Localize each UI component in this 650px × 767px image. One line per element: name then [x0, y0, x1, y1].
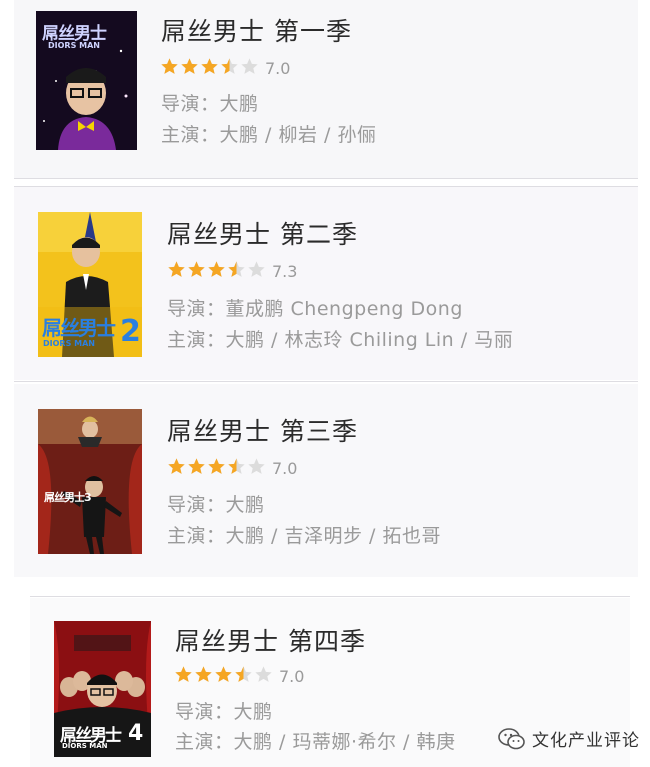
poster-title: 屌丝男士3	[44, 491, 92, 504]
poster-season-4[interactable]: 屌丝男士 DIORS MAN 4	[54, 621, 151, 757]
poster-subtitle: DIORS MAN	[43, 339, 95, 348]
cast-line: 主演：大鹏 / 玛蒂娜·希尔 / 韩庚	[175, 731, 456, 753]
rating-score: 7.0	[265, 59, 291, 78]
movie-title[interactable]: 屌丝男士 第二季	[167, 215, 358, 251]
poster-subtitle: DIORS MAN	[62, 742, 108, 750]
cast-line: 主演：大鹏 / 吉泽明步 / 拓也哥	[167, 525, 441, 547]
poster-season-3[interactable]: 屌丝男士3	[38, 409, 142, 554]
director-line: 导演：大鹏	[161, 93, 259, 115]
star-icon	[180, 57, 200, 80]
divider	[30, 596, 630, 597]
wechat-icon	[498, 727, 525, 749]
star-icon	[227, 457, 247, 480]
star-icon	[240, 57, 260, 80]
movie-list-page: 屌丝男士 DIORS MAN 屌丝男士 第一季 7.0 导演：大鹏 主演：大鹏 …	[0, 0, 650, 767]
director-line: 导演：董成鹏 Chengpeng Dong	[167, 298, 463, 320]
star-rating: 7.0	[167, 457, 297, 480]
star-icon	[167, 260, 187, 283]
star-icon	[174, 665, 194, 688]
rating-score: 7.0	[279, 667, 305, 686]
rating-score: 7.3	[272, 262, 298, 281]
poster-season-2[interactable]: 屌丝男士 DIORS MAN 2	[38, 212, 142, 357]
poster-title: 屌丝男士	[42, 316, 116, 340]
poster-number: 4	[128, 721, 144, 746]
star-icon	[234, 665, 254, 688]
divider	[14, 186, 638, 187]
star-icon	[254, 665, 274, 688]
movie-title[interactable]: 屌丝男士 第一季	[161, 12, 352, 48]
star-icon	[187, 260, 207, 283]
cast-line: 主演：大鹏 / 林志玲 Chiling Lin / 马丽	[167, 329, 514, 351]
star-icon	[220, 57, 240, 80]
star-icon	[187, 457, 207, 480]
star-icon	[167, 457, 187, 480]
watermark-text: 文化产业评论	[532, 731, 640, 751]
star-icon	[214, 665, 234, 688]
star-icon	[200, 57, 220, 80]
star-icon	[247, 457, 267, 480]
star-rating: 7.0	[160, 57, 290, 80]
star-icon	[194, 665, 214, 688]
star-rating: 7.0	[174, 665, 304, 688]
watermark: 文化产业评论	[498, 726, 640, 751]
star-icon	[160, 57, 180, 80]
cast-line: 主演：大鹏 / 柳岩 / 孙俪	[161, 124, 377, 146]
star-icon	[247, 260, 267, 283]
star-icon	[227, 260, 247, 283]
director-line: 导演：大鹏	[167, 494, 265, 516]
star-icon	[207, 457, 227, 480]
star-icon	[207, 260, 227, 283]
rating-score: 7.0	[272, 459, 298, 478]
poster-season-1[interactable]: 屌丝男士 DIORS MAN	[36, 11, 137, 150]
movie-title[interactable]: 屌丝男士 第三季	[167, 412, 358, 448]
poster-subtitle: DIORS MAN	[48, 41, 100, 50]
director-line: 导演：大鹏	[175, 701, 273, 723]
divider	[14, 178, 638, 179]
star-rating: 7.3	[167, 260, 297, 283]
divider	[14, 381, 638, 382]
movie-title[interactable]: 屌丝男士 第四季	[175, 622, 366, 658]
poster-number: 2	[120, 314, 141, 349]
